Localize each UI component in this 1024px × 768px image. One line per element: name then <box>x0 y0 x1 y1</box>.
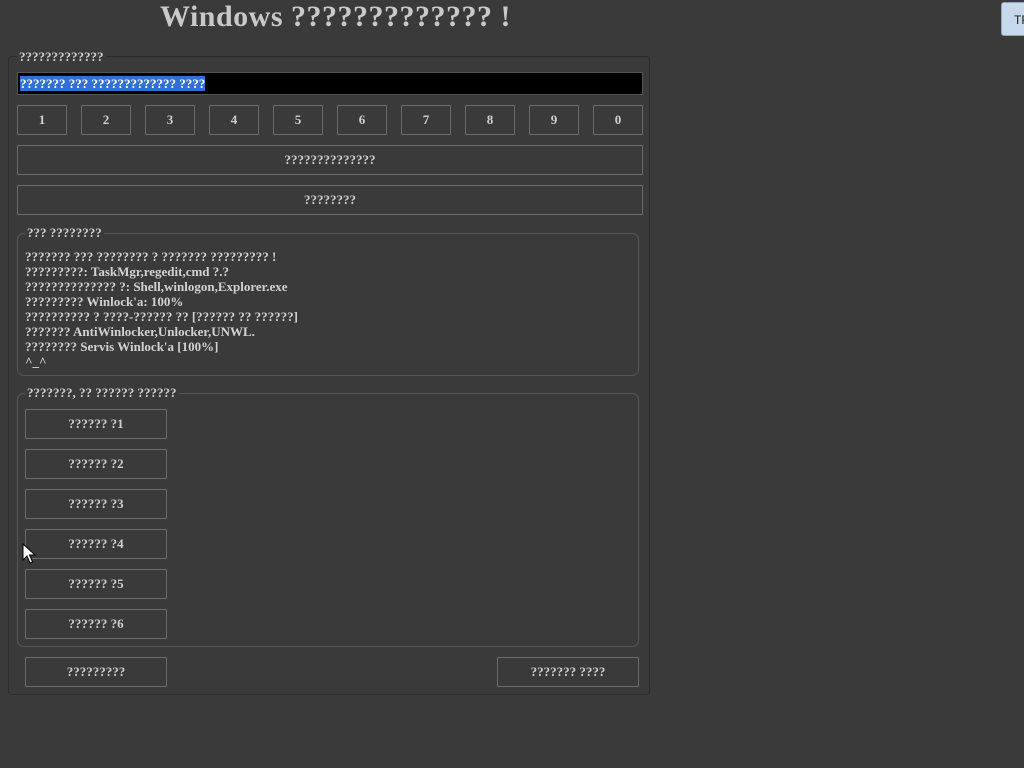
info-line: ?????????? ? ????-?????? ?? [?????? ?? ?… <box>25 309 298 324</box>
footer-left-button[interactable]: ????????? <box>25 657 167 687</box>
keypad-button-5[interactable]: 5 <box>273 105 323 135</box>
keypad-button-9[interactable]: 9 <box>529 105 579 135</box>
info-group-legend: ??? ???????? <box>25 225 104 240</box>
option-button-1[interactable]: ?????? ?1 <box>25 409 167 439</box>
keypad-button-7[interactable]: 7 <box>401 105 451 135</box>
selected-text: ??????? ??? ????????????? ???? <box>20 76 206 91</box>
keypad-button-6[interactable]: 6 <box>337 105 387 135</box>
info-line: ?????????????? ?: Shell,winlogon,Explore… <box>25 279 288 294</box>
secondary-action-button[interactable]: ???????? <box>17 185 643 215</box>
option-button-4[interactable]: ?????? ?4 <box>25 529 167 559</box>
option-button-2[interactable]: ?????? ?2 <box>25 449 167 479</box>
info-line: ??????? AntiWinlocker,Unlocker,UNWL. <box>25 324 255 339</box>
keypad-button-2[interactable]: 2 <box>81 105 131 135</box>
code-section-legend: ????????????? <box>17 49 106 64</box>
footer-right-button[interactable]: ??????? ???? <box>497 657 639 687</box>
info-line: ????????? Winlock'a: 100% <box>25 294 184 309</box>
keypad-button-1[interactable]: 1 <box>17 105 67 135</box>
unlock-code-input[interactable]: ??????? ??? ????????????? ???? <box>17 72 643 95</box>
info-line: ?????????: TaskMgr,regedit,cmd ?.? <box>25 264 230 279</box>
info-line: ???????? Servis Winlock'a [100%] <box>25 339 219 354</box>
corner-tab[interactable]: TF <box>1001 2 1024 36</box>
option-button-5[interactable]: ?????? ?5 <box>25 569 167 599</box>
options-group-legend: ???????, ?? ?????? ?????? <box>25 385 179 400</box>
primary-action-button[interactable]: ?????????????? <box>17 145 643 175</box>
option-button-6[interactable]: ?????? ?6 <box>25 609 167 639</box>
option-button-3[interactable]: ?????? ?3 <box>25 489 167 519</box>
keypad-button-4[interactable]: 4 <box>209 105 259 135</box>
info-line: ^_^ <box>25 354 47 369</box>
keypad-button-0[interactable]: 0 <box>593 105 643 135</box>
keypad-button-3[interactable]: 3 <box>145 105 195 135</box>
window-title: Windows ????????????? ! <box>160 0 511 33</box>
info-text: ??????? ??? ???????? ? ??????? ?????????… <box>25 249 298 369</box>
mouse-cursor-icon <box>22 543 36 564</box>
keypad-button-8[interactable]: 8 <box>465 105 515 135</box>
info-line: ??????? ??? ???????? ? ??????? ?????????… <box>25 249 277 264</box>
